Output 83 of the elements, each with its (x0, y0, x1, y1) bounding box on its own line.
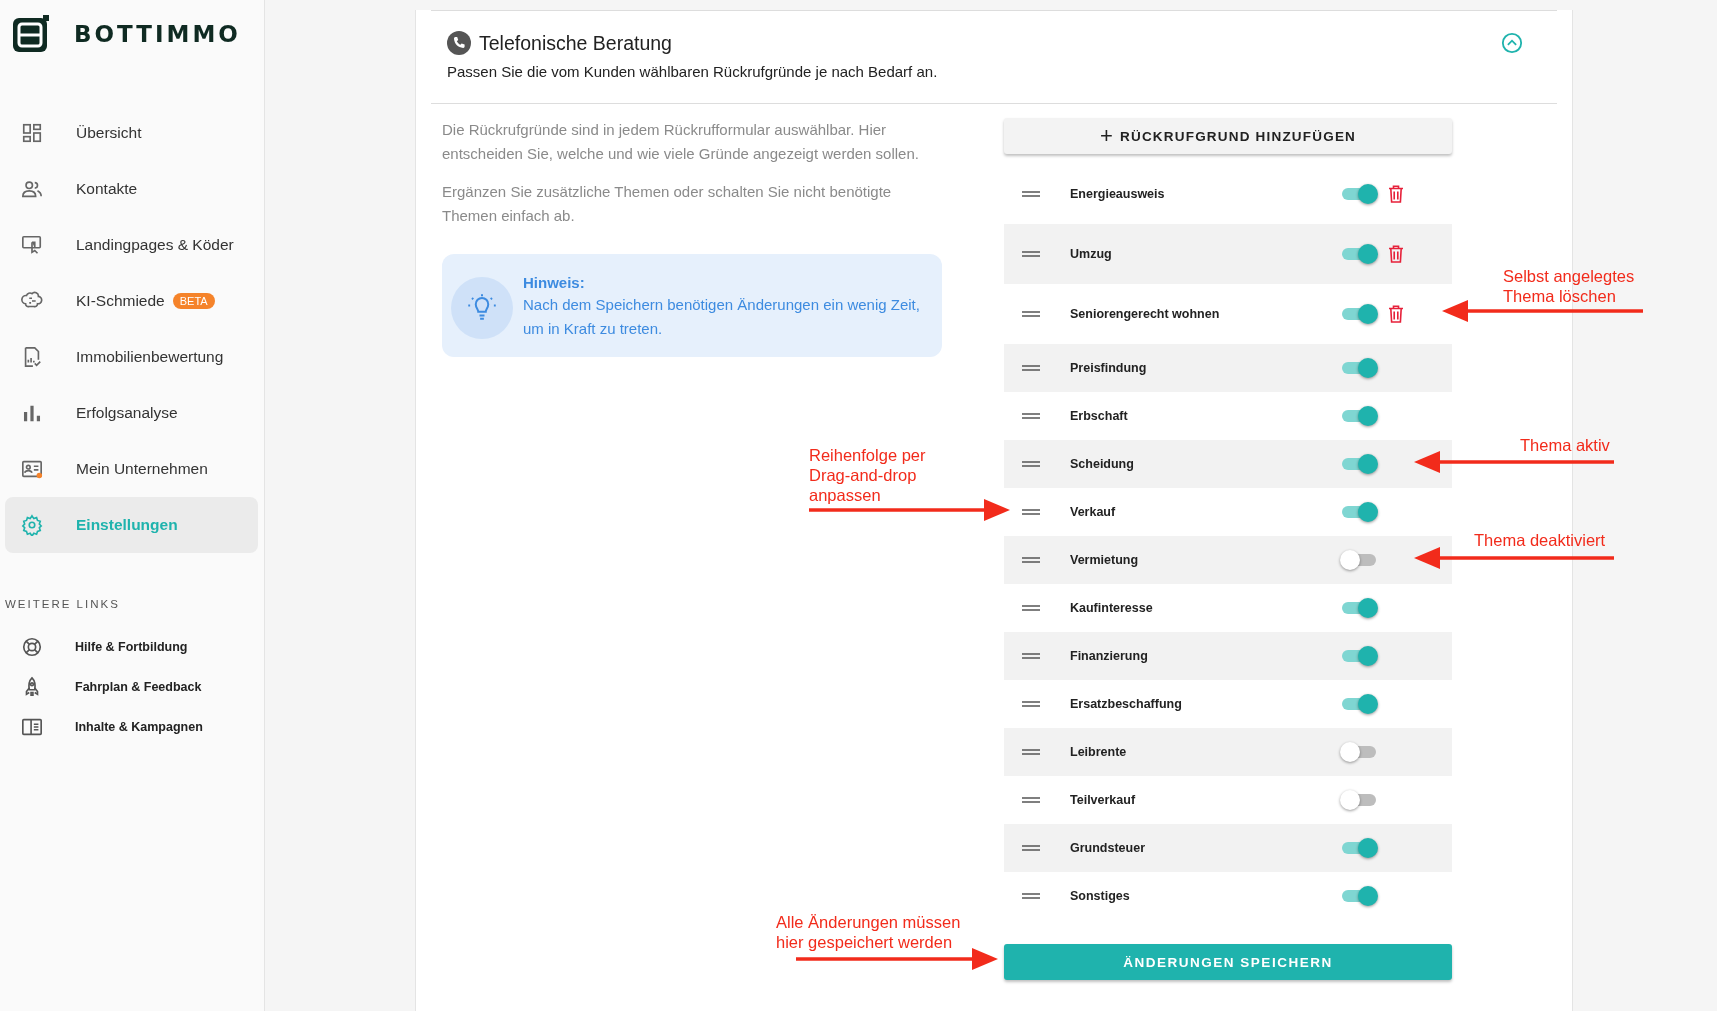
annotation-text: Reihenfolge per Drag-and-drop anpassen (809, 445, 926, 505)
drag-handle-icon[interactable] (1022, 509, 1040, 515)
id-card-icon (21, 458, 43, 480)
toggle-switch[interactable] (1340, 243, 1378, 265)
reason-label: Umzug (1070, 247, 1113, 261)
drag-handle-icon[interactable] (1022, 461, 1040, 467)
reason-label: Energieausweis (1070, 187, 1166, 201)
drag-handle-icon[interactable] (1022, 845, 1040, 851)
toggle-switch[interactable] (1340, 501, 1378, 523)
toggle-switch[interactable] (1340, 885, 1378, 907)
reason-label: Seniorengerecht wohnen (1070, 307, 1221, 321)
phone-icon (447, 31, 471, 55)
sidebar-item[interactable]: Übersicht (5, 105, 258, 161)
drag-handle-icon[interactable] (1022, 653, 1040, 659)
trash-icon[interactable] (1388, 185, 1404, 203)
toggle-switch[interactable] (1340, 183, 1378, 205)
sidebar-item[interactable]: Mein Unternehmen (5, 441, 258, 497)
sidebar-link[interactable]: Hilfe & Fortbildung (0, 627, 264, 667)
dashboard-icon (21, 122, 43, 144)
brand-name: BOTTIMMO (74, 20, 241, 47)
section-subtitle: Passen Sie die vom Kunden wählbaren Rückrufgründe je nach Bedarf an. (447, 63, 939, 80)
reason-label: Teilverkauf (1070, 793, 1137, 807)
add-reason-button[interactable]: + RÜCKRUFGRUND HINZUFÜGEN (1004, 118, 1452, 154)
toggle-switch[interactable] (1340, 405, 1378, 427)
book-icon (21, 716, 43, 738)
toggle-switch[interactable] (1340, 597, 1378, 619)
drag-handle-icon[interactable] (1022, 311, 1040, 317)
drag-handle-icon[interactable] (1022, 893, 1040, 899)
sidebar-item[interactable]: Immobilienbewertung (5, 329, 258, 385)
drag-handle-icon[interactable] (1022, 605, 1040, 611)
trash-icon[interactable] (1388, 305, 1404, 323)
drag-handle-icon[interactable] (1022, 797, 1040, 803)
reason-label: Sonstiges (1070, 889, 1131, 903)
drag-handle-icon[interactable] (1022, 749, 1040, 755)
sidebar-link[interactable]: Fahrplan & Feedback (0, 667, 264, 707)
toggle-switch[interactable] (1340, 549, 1378, 571)
lifebuoy-icon (21, 636, 43, 658)
toggle-switch[interactable] (1340, 303, 1378, 325)
annotation-text: Alle Änderungen müssen hier gespeichert werden (776, 912, 961, 952)
reason-label: Scheidung (1070, 457, 1135, 471)
description-text: Die Rückrufgründe sind in jedem Rückrufformular auswählbar. Hier entscheiden Sie, welche und wie viele Gründe angezeigt werden sollen. (442, 120, 920, 164)
settings-icon (21, 514, 43, 536)
trash-icon[interactable] (1388, 245, 1404, 263)
toggle-switch[interactable] (1340, 693, 1378, 715)
drag-handle-icon[interactable] (1022, 191, 1040, 197)
toggle-switch[interactable] (1340, 453, 1378, 475)
reason-label: Kaufinteresse (1070, 601, 1154, 615)
annotation-text: Thema aktiv (1520, 435, 1610, 455)
reason-label: Preisfindung (1070, 361, 1148, 375)
reason-label: Grundsteuer (1070, 841, 1146, 855)
people-icon (21, 178, 43, 200)
sidebar-item[interactable]: Erfolgsanalyse (5, 385, 258, 441)
reason-label: Vermietung (1070, 553, 1140, 567)
drag-handle-icon[interactable] (1022, 365, 1040, 371)
section-title: Telefonische Beratung (479, 31, 673, 55)
description-text: Ergänzen Sie zusätzliche Themen oder schalten Sie nicht benötigte Themen einfach ab. (442, 182, 893, 226)
sidebar-item[interactable]: KI-Schmiede BETA (5, 273, 258, 329)
logo-icon (12, 14, 50, 53)
toggle-switch[interactable] (1340, 837, 1378, 859)
drag-handle-icon[interactable] (1022, 557, 1040, 563)
reason-label: Ersatzbeschaffung (1070, 697, 1183, 711)
drag-handle-icon[interactable] (1022, 413, 1040, 419)
reason-label: Leibrente (1070, 745, 1128, 759)
beta-badge: BETA (172, 293, 215, 309)
sidebar-link[interactable]: Inhalte & Kampagnen (0, 707, 264, 747)
annotation-text: Thema deaktiviert (1474, 530, 1606, 550)
hint-text: Nach dem Speichern benötigen Änderungen ein wenig Zeit, um in Kraft zu treten. (523, 295, 921, 339)
drag-handle-icon[interactable] (1022, 251, 1040, 257)
chevron-up-icon[interactable] (1501, 32, 1523, 54)
toggle-switch[interactable] (1340, 789, 1378, 811)
reason-label: Finanzierung (1070, 649, 1149, 663)
toggle-switch[interactable] (1340, 645, 1378, 667)
drag-handle-icon[interactable] (1022, 701, 1040, 707)
reason-label: Verkauf (1070, 505, 1117, 519)
annotation-text: Selbst angelegtes Thema löschen (1503, 266, 1635, 306)
toggle-switch[interactable] (1340, 357, 1378, 379)
reason-label: Erbschaft (1070, 409, 1129, 423)
section-heading: WEITERE LINKS (5, 598, 121, 610)
hint-title: Hinweis: (523, 274, 586, 291)
sidebar-item[interactable]: Landingpages & Köder (5, 217, 258, 273)
toggle-switch[interactable] (1340, 741, 1378, 763)
pointer-screen-icon (21, 234, 43, 256)
sidebar-item[interactable]: Kontakte (5, 161, 258, 217)
